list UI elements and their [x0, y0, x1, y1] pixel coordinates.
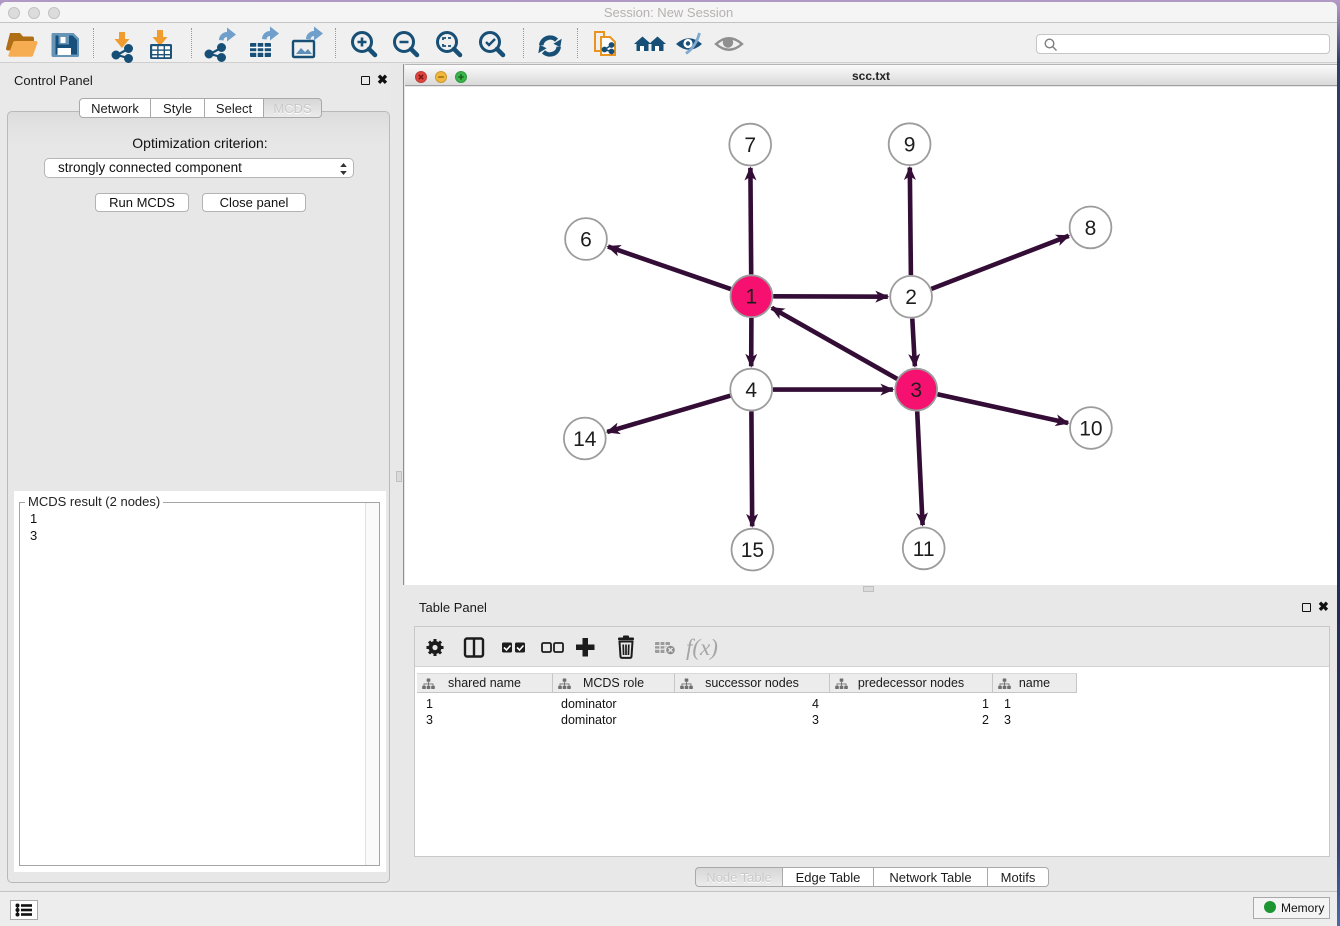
svg-text:f(x): f(x)	[686, 635, 718, 660]
svg-text:11: 11	[913, 538, 935, 561]
svg-text:2: 2	[905, 286, 917, 309]
svg-text:1: 1	[746, 286, 758, 309]
svg-text:6: 6	[580, 228, 592, 251]
svg-text:8: 8	[1085, 217, 1097, 240]
svg-text:4: 4	[745, 379, 757, 402]
svg-text:10: 10	[1079, 417, 1102, 440]
svg-text:15: 15	[741, 539, 764, 562]
svg-text:3: 3	[910, 379, 922, 402]
svg-text:9: 9	[904, 134, 916, 157]
svg-text:14: 14	[573, 428, 597, 451]
svg-text:7: 7	[744, 134, 756, 157]
